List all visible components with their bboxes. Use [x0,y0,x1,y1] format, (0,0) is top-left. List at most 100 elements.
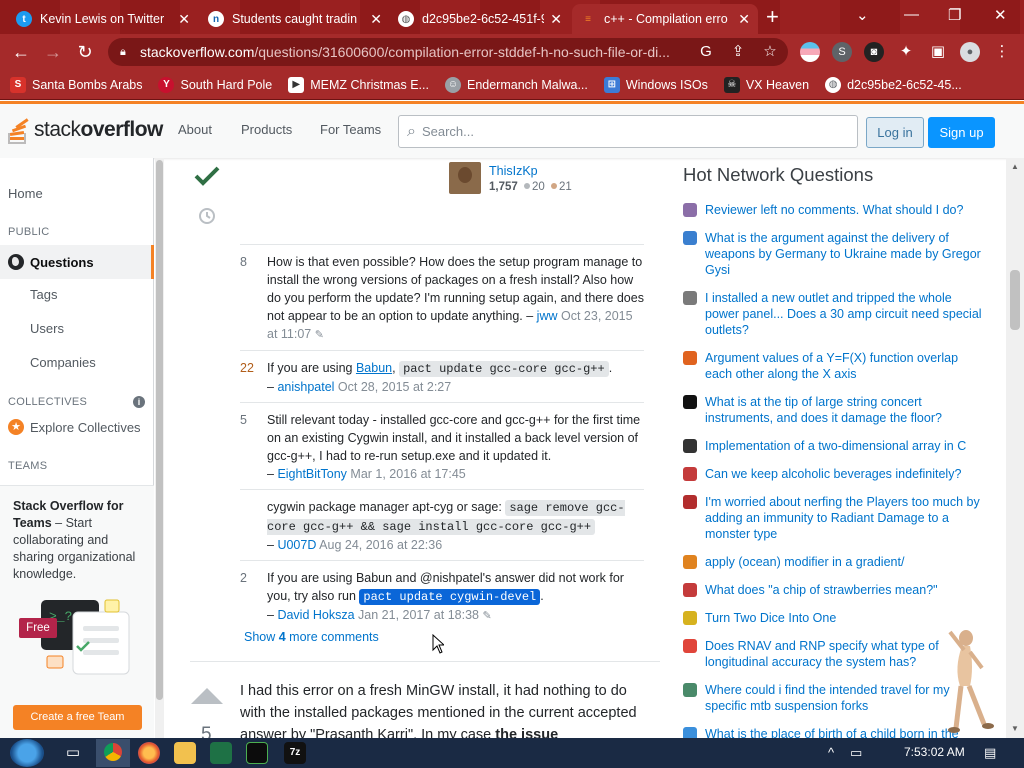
hot-network-question[interactable]: Turn Two Dice Into One [683,610,983,626]
nav-for-teams[interactable]: For Teams [320,122,381,137]
scrollbar-thumb[interactable] [1010,270,1020,330]
task-view-icon[interactable]: ▭ [62,742,84,764]
hot-network-question[interactable]: What is the argument against the deliver… [683,230,983,278]
search-input[interactable]: ⌕ Search... [398,115,858,148]
profile-avatar-icon[interactable]: ● [960,42,980,62]
history-icon[interactable] [197,206,217,226]
hot-network-question[interactable]: I installed a new outlet and tripped the… [683,290,983,338]
tab-search-icon[interactable]: ⌄ [856,6,869,24]
hot-network-question[interactable]: What is at the tip of large string conce… [683,394,983,426]
taskbar-clock[interactable]: 7:53:02 AM [904,745,965,759]
firefox-icon[interactable] [138,742,160,764]
comment-date[interactable]: Mar 1, 2016 at 17:45 [350,467,465,481]
minimize-icon[interactable]: — [904,6,919,23]
sidebar-item-companies[interactable]: Companies [30,355,96,370]
hot-network-question[interactable]: Implementation of a two-dimensional arra… [683,438,983,454]
excel-icon[interactable] [210,742,232,764]
info-icon[interactable]: i [133,396,145,408]
browser-tab-4-active[interactable]: ≡ c++ - Compilation erro ✕ [572,4,758,34]
bookmark-7[interactable]: ◍ d2c95be2-6c52-45... [825,76,962,93]
page-scrollbar[interactable]: ▲ ▼ [1006,158,1024,738]
network-icon[interactable]: ▭ [850,745,862,761]
forward-icon[interactable]: → [42,41,64,63]
terminal-icon[interactable] [246,742,268,764]
browser-tab-3[interactable]: ◍ d2c95be2-6c52-451f-9 ✕ [390,4,570,34]
comment-date[interactable]: Oct 28, 2015 at 2:27 [338,380,451,394]
7zip-icon[interactable]: 7z [284,742,306,764]
menu-kebab-icon[interactable]: ⋮ [992,42,1012,62]
upvote-arrow-icon[interactable] [191,688,223,704]
comment-user-link[interactable]: U007D [277,538,316,552]
login-button[interactable]: Log in [866,117,924,148]
babun-link[interactable]: Babun [356,361,392,375]
comment-user-link[interactable]: anishpatel [277,380,334,394]
site-favicon-icon [683,727,697,738]
back-icon[interactable]: ← [10,41,32,63]
comment-date[interactable]: Jan 21, 2017 at 18:38 [358,608,479,622]
bookmark-2[interactable]: Y South Hard Pole [158,76,272,93]
file-explorer-icon[interactable] [174,742,196,764]
scroll-up-icon[interactable]: ▲ [1011,162,1019,171]
bookmark-6[interactable]: ☠ VX Heaven [723,76,809,93]
close-tab-icon[interactable]: ✕ [550,11,562,28]
sidebar-item-tags[interactable]: Tags [30,287,57,302]
browser-tab-1[interactable]: t Kevin Lewis on Twitter ✕ [8,4,198,34]
close-tab-icon[interactable]: ✕ [178,11,190,28]
sidepanel-icon[interactable]: ▣ [928,42,948,62]
new-tab-button[interactable]: + [766,6,779,28]
nav-products[interactable]: Products [241,122,292,137]
flag-extension-icon[interactable] [800,42,820,62]
chrome-taskbar-button[interactable] [96,739,130,767]
bookmark-3[interactable]: ▶ MEMZ Christmas E... [288,76,429,93]
hot-network-question[interactable]: Can we keep alcoholic beverages indefini… [683,466,983,482]
hot-network-question[interactable]: Does RNAV and RNP specify what type of l… [683,638,983,670]
start-button[interactable] [10,739,44,767]
close-tab-icon[interactable]: ✕ [738,11,750,28]
extensions-puzzle-icon[interactable]: ✦ [896,42,916,62]
sidebar-item-home[interactable]: Home [8,186,43,201]
scroll-down-icon[interactable]: ▼ [1011,724,1019,733]
comment-user-link[interactable]: EightBitTony [277,467,346,481]
hot-network-question[interactable]: Reviewer left no comments. What should I… [683,202,983,218]
notifications-icon[interactable]: ▤ [984,745,996,761]
hot-network-question[interactable]: apply (ocean) modifier in a gradient/ [683,554,983,570]
show-more-comments-link[interactable]: Show 4 more comments [244,630,379,644]
tray-overflow-icon[interactable]: ^ [828,745,834,760]
create-team-button[interactable]: Create a free Team [13,705,142,730]
signup-button[interactable]: Sign up [928,117,995,148]
address-bar[interactable]: 🔒︎ stackoverflow.com/questions/31600600/… [108,38,788,66]
bookmark-5[interactable]: ⊞ Windows ISOs [603,76,708,93]
close-window-icon[interactable]: ✕ [994,6,1007,24]
bookmark-star-icon[interactable]: ☆ [760,42,780,62]
answer-username[interactable]: ThisIzKp [489,164,538,178]
hot-network-question[interactable]: Argument values of a Y=F(X) function ove… [683,350,983,382]
edit-pencil-icon[interactable]: ✎ [315,329,324,341]
hot-network-question[interactable]: Where could i find the intended travel f… [683,682,983,714]
comment-date[interactable]: Aug 24, 2016 at 22:36 [319,538,442,552]
nav-about[interactable]: About [178,122,212,137]
stackoverflow-logo[interactable]: stack overflow [8,115,163,145]
hot-network-question[interactable]: What does "a chip of strawberries mean?" [683,582,983,598]
glasses-extension-icon[interactable]: ◙ [864,42,884,62]
sidebar-scrollbar[interactable] [155,158,164,738]
scrollbar-thumb[interactable] [156,160,163,700]
google-lens-icon[interactable]: G [696,42,716,62]
close-tab-icon[interactable]: ✕ [370,11,382,28]
sidebar-item-users[interactable]: Users [30,321,64,336]
edit-pencil-icon[interactable]: ✎ [482,610,491,622]
comment-user-link[interactable]: jww [537,309,558,323]
hot-network-question[interactable]: What is the place of birth of a child bo… [683,726,983,738]
s-extension-icon[interactable]: S [832,42,852,62]
collectives-star-icon: ★ [8,419,24,435]
reload-icon[interactable]: ↻ [74,41,96,63]
sidebar-item-questions[interactable]: Questions [0,245,154,279]
avatar[interactable] [449,162,481,194]
hot-network-question[interactable]: I'm worried about nerfing the Players to… [683,494,983,542]
browser-tab-2[interactable]: n Students caught tradin ✕ [200,4,390,34]
comment-user-link[interactable]: David Hoksza [277,608,354,622]
restore-icon[interactable]: ❐ [948,6,961,24]
share-icon[interactable]: ⇪ [728,42,748,62]
sidebar-item-explore-collectives[interactable]: ★ Explore Collectives [8,419,141,435]
bookmark-1[interactable]: S Santa Bombs Arabs [10,76,142,93]
bookmark-4[interactable]: ☺ Endermanch Malwa... [444,76,588,93]
